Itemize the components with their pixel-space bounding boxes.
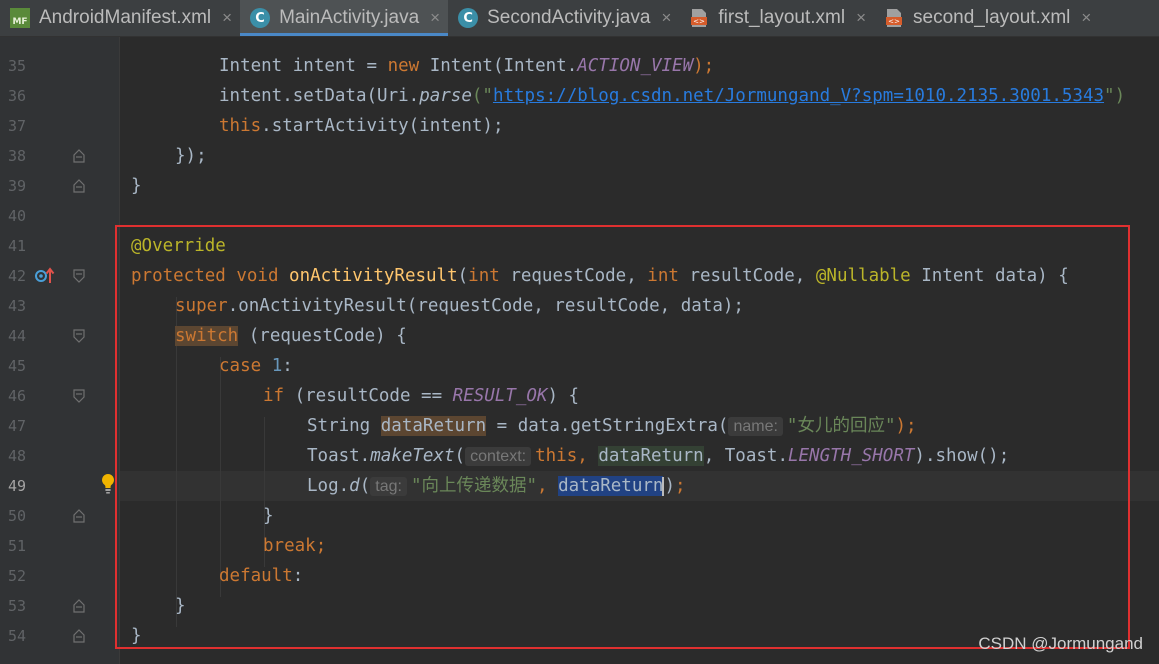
parameter-hint: tag:	[370, 477, 407, 496]
code-line: String dataReturn = data.getStringExtra(…	[307, 416, 917, 436]
line-number: 37	[7, 117, 26, 135]
code-line: }	[175, 596, 186, 616]
line-number: 41	[7, 237, 26, 255]
line-number: 42	[7, 267, 26, 285]
code-line-current: Log.d(tag: "向上传递数据", dataReturn);	[307, 476, 686, 496]
layout-xml-icon: <>	[884, 8, 904, 28]
code-line: switch (requestCode) {	[175, 326, 407, 346]
line-number: 43	[7, 297, 26, 315]
code-line: }	[131, 626, 142, 646]
tab-label: MainActivity.java	[279, 7, 420, 28]
fold-end-icon[interactable]	[72, 179, 86, 193]
tab-first-layout[interactable]: <> first_layout.xml ×	[679, 0, 874, 36]
fold-end-icon[interactable]	[72, 149, 86, 163]
tab-label: SecondActivity.java	[487, 7, 651, 28]
code-line: Toast.makeText(context: this, dataReturn,…	[307, 446, 1010, 466]
code-line: Intent intent = new Intent(Intent.ACTION…	[219, 56, 715, 76]
line-number: 47	[7, 417, 26, 435]
code-line: intent.setData(Uri.parse("https://blog.c…	[219, 86, 1126, 106]
code-line: }	[131, 176, 142, 196]
code-line: if (resultCode == RESULT_OK) {	[263, 386, 580, 406]
editor-tab-bar: MF AndroidManifest.xml × C MainActivity.…	[0, 0, 1159, 37]
code-line: default:	[219, 566, 304, 586]
close-icon[interactable]: ×	[222, 8, 232, 28]
tab-main-activity[interactable]: C MainActivity.java ×	[240, 0, 449, 36]
code-line: }	[263, 506, 274, 526]
java-class-icon: C	[250, 8, 271, 28]
parameter-hint: context:	[465, 447, 532, 466]
layout-xml-icon: <>	[689, 8, 709, 28]
line-number: 48	[7, 447, 26, 465]
java-class-icon: C	[458, 8, 479, 28]
tab-second-activity[interactable]: C SecondActivity.java ×	[448, 0, 679, 36]
tab-android-manifest[interactable]: MF AndroidManifest.xml ×	[0, 0, 240, 36]
code-line: });	[175, 146, 207, 166]
code-line: break;	[263, 536, 327, 556]
editor-gutter[interactable]: 35 36 37 38 39 40 41 42 43 44 45 46 47 4…	[0, 37, 120, 664]
watermark: CSDN @Jormungand	[978, 634, 1143, 653]
line-number: 50	[7, 507, 26, 525]
line-number: 38	[7, 147, 26, 165]
manifest-file-icon: MF	[10, 8, 30, 28]
svg-text:<>: <>	[888, 18, 900, 26]
fold-start-icon[interactable]	[72, 269, 86, 283]
code-line: super.onActivityResult(requestCode, resu…	[175, 296, 744, 316]
line-number-current: 49	[7, 477, 26, 495]
line-number: 46	[7, 387, 26, 405]
fold-start-icon[interactable]	[72, 329, 86, 343]
tab-label: first_layout.xml	[718, 7, 846, 28]
svg-text:<>: <>	[694, 18, 706, 26]
parameter-hint: name:	[728, 417, 783, 436]
override-method-icon[interactable]	[34, 266, 56, 286]
line-number: 44	[7, 327, 26, 345]
code-line: @Override	[131, 236, 226, 256]
code-editor[interactable]: Intent intent = new Intent(Intent.ACTION…	[120, 37, 1159, 664]
close-icon[interactable]: ×	[430, 8, 440, 28]
line-number: 52	[7, 567, 26, 585]
tab-second-layout[interactable]: <> second_layout.xml ×	[874, 0, 1099, 36]
tab-label: second_layout.xml	[913, 7, 1071, 28]
line-number: 40	[7, 207, 26, 225]
lightbulb-icon[interactable]	[100, 473, 116, 495]
fold-end-icon[interactable]	[72, 599, 86, 613]
close-icon[interactable]: ×	[1081, 8, 1091, 28]
close-icon[interactable]: ×	[856, 8, 866, 28]
line-number: 54	[7, 627, 26, 645]
url-link[interactable]: https://blog.csdn.net/Jormungand_V?spm=1…	[493, 86, 1104, 106]
code-line: case 1:	[219, 356, 293, 376]
code-line: protected void onActivityResult(int requ…	[131, 266, 1069, 286]
tab-label: AndroidManifest.xml	[39, 7, 212, 28]
selected-text: dataReturn	[558, 476, 664, 496]
line-number: 45	[7, 357, 26, 375]
line-number: 39	[7, 177, 26, 195]
fold-end-icon[interactable]	[72, 509, 86, 523]
line-number: 51	[7, 537, 26, 555]
line-number: 53	[7, 597, 26, 615]
fold-start-icon[interactable]	[72, 389, 86, 403]
line-number: 36	[7, 87, 26, 105]
fold-end-icon[interactable]	[72, 629, 86, 643]
close-icon[interactable]: ×	[661, 8, 671, 28]
code-line: this.startActivity(intent);	[219, 116, 504, 136]
line-number: 35	[7, 57, 26, 75]
